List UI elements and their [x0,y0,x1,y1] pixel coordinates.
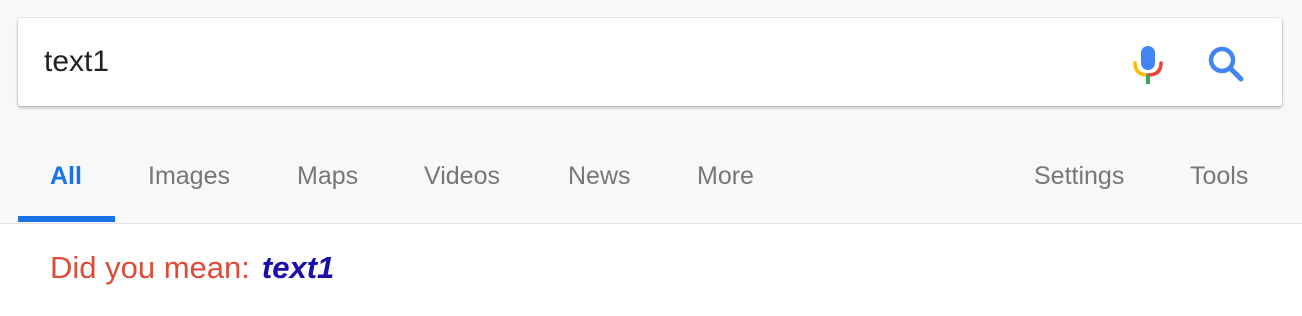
tab-all[interactable]: All [50,162,82,191]
did-you-mean: Did you mean: text1 [50,250,334,286]
tab-videos[interactable]: Videos [424,162,500,191]
magnifier-icon [1208,46,1244,82]
suggested-query-link[interactable]: text1 [262,250,334,285]
tab-news[interactable]: News [568,162,631,191]
tab-tools[interactable]: Tools [1190,162,1248,191]
did-you-mean-label: Did you mean: [50,250,250,285]
microphone-icon [1133,46,1163,84]
voice-search-button[interactable] [1126,40,1170,88]
active-tab-indicator [18,216,115,222]
tab-more[interactable]: More [697,162,754,191]
search-button[interactable] [1202,40,1252,88]
tab-settings[interactable]: Settings [1034,162,1124,191]
tab-images[interactable]: Images [148,162,230,191]
search-input[interactable] [44,40,1094,84]
search-header: All Images Maps Videos News More Setting… [0,0,1302,224]
tab-maps[interactable]: Maps [297,162,358,191]
search-box [18,18,1282,106]
